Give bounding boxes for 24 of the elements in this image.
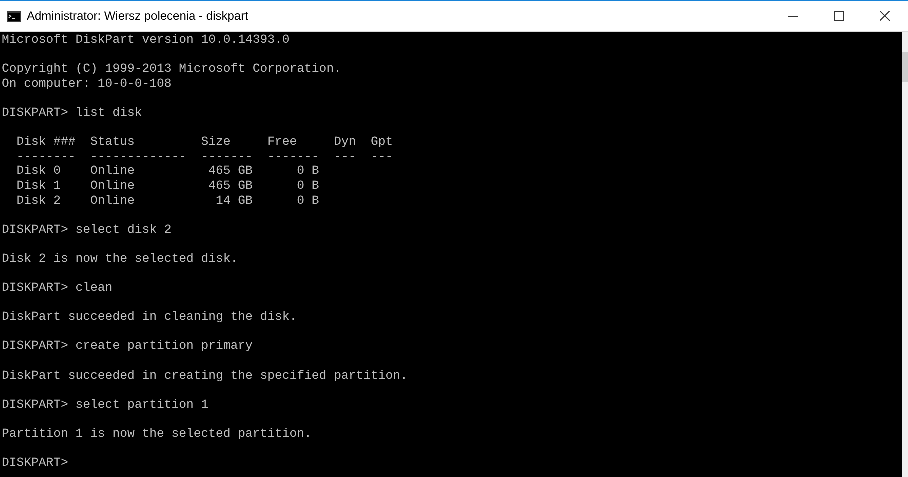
console-line: Disk 0 Online 465 GB 0 B xyxy=(16,164,320,179)
console-line: Disk ### Status Size Free Dyn Gpt xyxy=(16,135,394,150)
console-line: DiskPart succeeded in creating the specified partition. xyxy=(2,368,408,384)
console-line: Partition 1 is now the selected partition. xyxy=(2,427,312,442)
console-line: DISKPART> select disk 2 xyxy=(2,222,172,238)
console-line: -------- ------------- ------- ------- --- --- xyxy=(16,150,394,164)
maximize-icon xyxy=(834,11,844,21)
console-line: Copyright (C) 1999-2013 Microsoft Corporation. xyxy=(2,62,342,77)
console-line: Disk 2 is now the selected disk. xyxy=(2,252,238,266)
console-line: DISKPART> create partition primary xyxy=(2,339,253,354)
console-line: DISKPART> clean xyxy=(2,281,113,296)
window-title: Administrator: Wiersz polecenia - diskpart xyxy=(27,8,248,25)
console-line: DISKPART> list disk xyxy=(2,106,142,121)
scrollbar-thumb[interactable] xyxy=(902,52,908,82)
console-line: Disk 1 Online 465 GB 0 B xyxy=(16,178,320,194)
console-line: DISKPART> select partition 1 xyxy=(2,398,209,412)
scrollbar[interactable] xyxy=(902,32,908,477)
close-icon xyxy=(880,11,890,21)
console-line: DiskPart succeeded in cleaning the disk. xyxy=(2,310,298,325)
console-line: On computer: 10-0-0-108 xyxy=(2,76,172,92)
console-app-icon xyxy=(7,10,21,22)
console-line: Disk 2 Online 14 GB 0 B xyxy=(16,194,320,208)
console-line: Microsoft DiskPart version 10.0.14393.0 xyxy=(2,33,290,48)
console-line: DISKPART> xyxy=(2,456,68,471)
